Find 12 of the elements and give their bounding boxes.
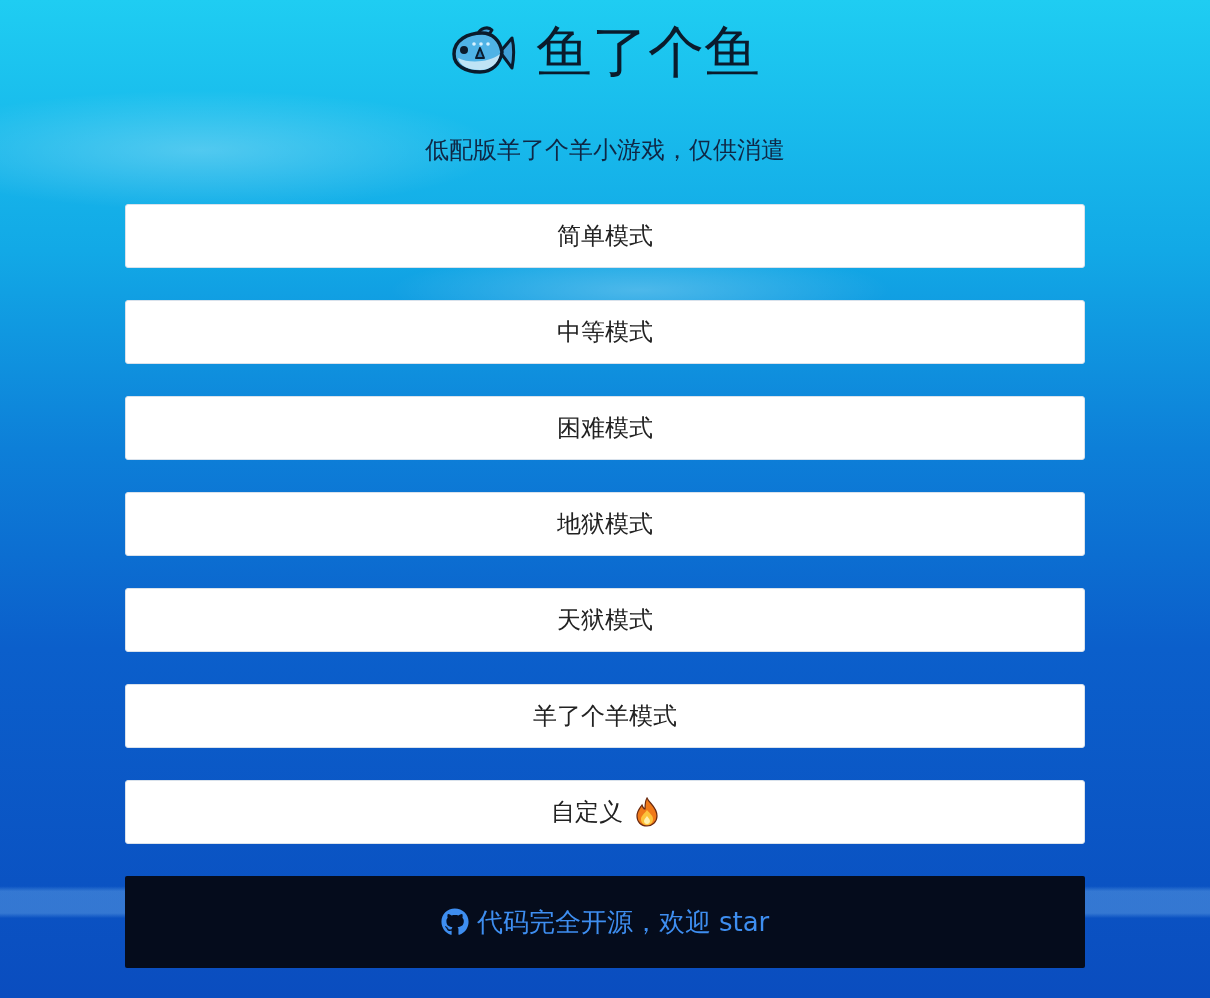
source-code-link[interactable]: 代码完全开源，欢迎 star [125,876,1085,968]
mode-button[interactable]: 地狱模式 [125,492,1085,556]
mode-button[interactable]: 羊了个羊模式 [125,684,1085,748]
fire-icon [635,797,659,827]
github-icon [440,908,469,936]
mode-button[interactable]: 简单模式 [125,204,1085,268]
mode-button[interactable]: 自定义 [125,780,1085,844]
mode-button[interactable]: 中等模式 [125,300,1085,364]
mode-button[interactable]: 困难模式 [125,396,1085,460]
app-subtitle: 低配版羊了个羊小游戏，仅供消遣 [425,135,785,166]
app-title: 鱼了个鱼 [536,20,760,84]
mode-button[interactable]: 天狱模式 [125,588,1085,652]
